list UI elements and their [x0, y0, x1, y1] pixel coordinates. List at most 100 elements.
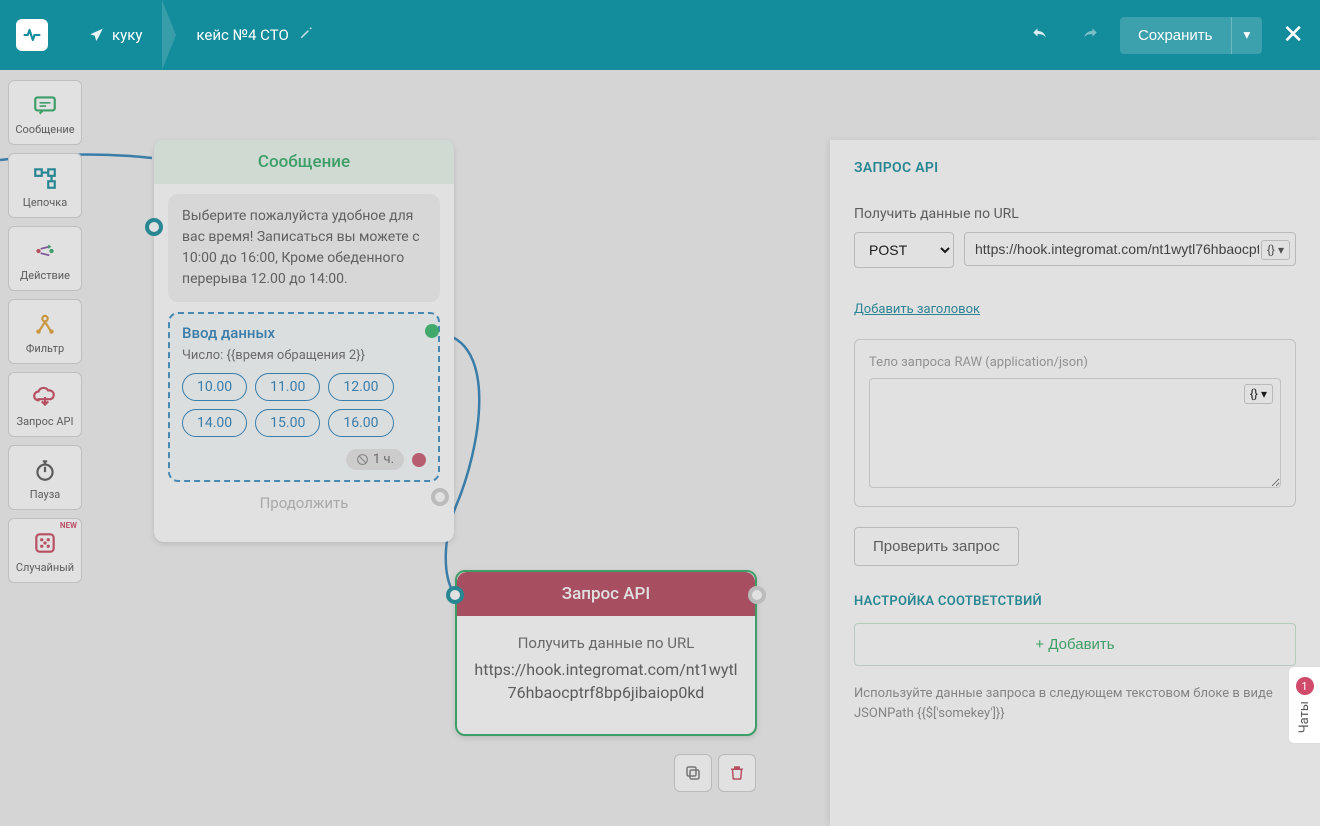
chip[interactable]: 14.00 — [182, 409, 247, 437]
url-highlight: Получить данные по URL POST {} ▾ — [848, 194, 1302, 292]
node-message-header: Сообщение — [154, 140, 454, 184]
delete-button[interactable] — [718, 754, 756, 792]
cloud-icon — [32, 384, 58, 410]
body-textarea-wrap: {} ▾ — [869, 378, 1281, 492]
url-label: Получить данные по URL — [848, 206, 1302, 222]
breadcrumb-back[interactable]: куку — [68, 0, 162, 70]
chats-tab[interactable]: 1 Чаты — [1288, 666, 1320, 744]
insert-variable-button[interactable]: {} ▾ — [1261, 240, 1290, 260]
url-row: POST {} ▾ — [848, 232, 1302, 268]
tool-api-label: Запрос API — [13, 415, 77, 428]
redo-button[interactable] — [1070, 15, 1110, 55]
undo-button[interactable] — [1020, 15, 1060, 55]
chats-badge: 1 — [1296, 677, 1314, 695]
tool-action[interactable]: Действие — [8, 226, 82, 291]
trash-icon — [728, 764, 746, 782]
app-logo[interactable] — [16, 19, 48, 51]
input-data-block: Ввод данных Число: {{время обращения 2}}… — [168, 312, 440, 482]
tool-random[interactable]: NEW Случайный — [8, 518, 82, 583]
node-message[interactable]: Сообщение Выберите пожалуйста удобное дл… — [154, 140, 454, 542]
url-input[interactable] — [964, 232, 1296, 266]
chip[interactable]: 16.00 — [328, 409, 393, 437]
filter-icon — [32, 311, 58, 337]
api-output-port[interactable] — [748, 586, 766, 604]
api-description: Получить данные по URL — [471, 634, 741, 652]
new-badge: NEW — [60, 521, 77, 530]
node-actions — [674, 754, 756, 792]
tool-chain-label: Цепочка — [13, 196, 77, 209]
test-request-button[interactable]: Проверить запрос — [854, 527, 1019, 566]
mapping-section-title: НАСТРОЙКА СООТВЕТСТВИЙ — [854, 594, 1296, 609]
body-label: Тело запроса RAW (application/json) — [869, 354, 1281, 370]
http-method-select[interactable]: POST — [854, 232, 954, 268]
input-title: Ввод данных — [182, 324, 426, 342]
tool-message[interactable]: Сообщение — [8, 80, 82, 145]
edit-title-icon[interactable] — [299, 0, 319, 70]
chip[interactable]: 15.00 — [255, 409, 320, 437]
tool-chain[interactable]: Цепочка — [8, 153, 82, 218]
tool-filter-label: Фильтр — [13, 342, 77, 355]
telegram-icon — [88, 26, 106, 44]
url-input-wrap: {} ▾ — [964, 232, 1296, 268]
input-port-green[interactable] — [425, 324, 439, 338]
toolbox: Сообщение Цепочка Действие Фильтр Запрос… — [8, 80, 82, 583]
chip[interactable]: 12.00 — [328, 373, 393, 401]
tool-random-label: Случайный — [13, 561, 77, 574]
timeout-label: 1 ч. — [373, 452, 394, 467]
save-dropdown[interactable]: ▾ — [1231, 17, 1263, 54]
time-chips: 10.00 11.00 12.00 14.00 15.00 16.00 — [182, 373, 426, 437]
tool-api[interactable]: Запрос API — [8, 372, 82, 437]
tool-pause-label: Пауза — [13, 488, 77, 501]
input-subtitle: Число: {{время обращения 2}} — [182, 348, 426, 363]
breadcrumb-separator — [162, 0, 176, 70]
timeout-pill: 1 ч. — [346, 449, 404, 470]
body-label-hint: RAW (application/json) — [954, 355, 1087, 370]
save-button[interactable]: Сохранить — [1120, 17, 1231, 54]
side-panel: ЗАПРОС API Получить данные по URL POST {… — [830, 140, 1320, 826]
mapping-hint: Используйте данные запроса в следующем т… — [854, 684, 1296, 723]
duplicate-button[interactable] — [674, 754, 712, 792]
action-icon — [32, 238, 58, 264]
panel-title: ЗАПРОС API — [854, 160, 1296, 176]
message-text: Выберите пожалуйста удобное для вас врем… — [168, 194, 440, 302]
chain-icon — [32, 165, 58, 191]
workspace: Сообщение Выберите пожалуйста удобное дл… — [0, 70, 1320, 826]
chip[interactable]: 10.00 — [182, 373, 247, 401]
node-api-header: Запрос API — [457, 572, 755, 616]
api-input-port[interactable] — [446, 586, 464, 604]
node-api-body: Получить данные по URL https://hook.inte… — [457, 616, 755, 734]
tool-action-label: Действие — [13, 269, 77, 282]
body-label-text: Тело запроса — [869, 355, 951, 370]
topbar: куку кейс №4 СТО Сохранить ▾ ✕ — [0, 0, 1320, 70]
breadcrumb-current: кейс №4 СТО — [176, 0, 338, 70]
add-mapping-button[interactable]: + Добавить — [854, 623, 1296, 666]
chats-label: Чаты — [1297, 701, 1312, 733]
breadcrumb-back-label: куку — [112, 0, 142, 70]
tool-message-label: Сообщение — [13, 123, 77, 136]
continue-port[interactable] — [431, 488, 449, 506]
copy-icon — [684, 764, 702, 782]
tool-pause[interactable]: Пауза — [8, 445, 82, 510]
body-textarea[interactable] — [869, 378, 1281, 488]
body-variable-button[interactable]: {} ▾ — [1244, 384, 1273, 404]
continue-row: Продолжить — [168, 482, 440, 528]
stopwatch-icon — [32, 457, 58, 483]
input-port-red[interactable] — [412, 453, 426, 467]
close-button[interactable]: ✕ — [1282, 20, 1304, 50]
tool-filter[interactable]: Фильтр — [8, 299, 82, 364]
node-message-body: Выберите пожалуйста удобное для вас врем… — [154, 184, 454, 542]
topbar-actions: Сохранить ▾ ✕ — [1020, 15, 1304, 55]
chip[interactable]: 11.00 — [255, 373, 320, 401]
breadcrumb: куку кейс №4 СТО — [68, 0, 339, 70]
input-footer: 1 ч. — [182, 449, 426, 470]
node-input-port[interactable] — [145, 218, 163, 236]
save-group: Сохранить ▾ — [1120, 17, 1262, 54]
block-icon — [356, 453, 369, 466]
dice-icon — [32, 530, 58, 556]
request-body-box: Тело запроса RAW (application/json) {} ▾ — [854, 339, 1296, 507]
add-header-link[interactable]: Добавить заголовок — [854, 302, 980, 317]
message-icon — [32, 92, 58, 118]
page-title: кейс №4 СТО — [196, 0, 288, 70]
api-url: https://hook.integromat.com/nt1wytl76hba… — [471, 658, 741, 704]
node-api[interactable]: Запрос API Получить данные по URL https:… — [455, 570, 757, 736]
